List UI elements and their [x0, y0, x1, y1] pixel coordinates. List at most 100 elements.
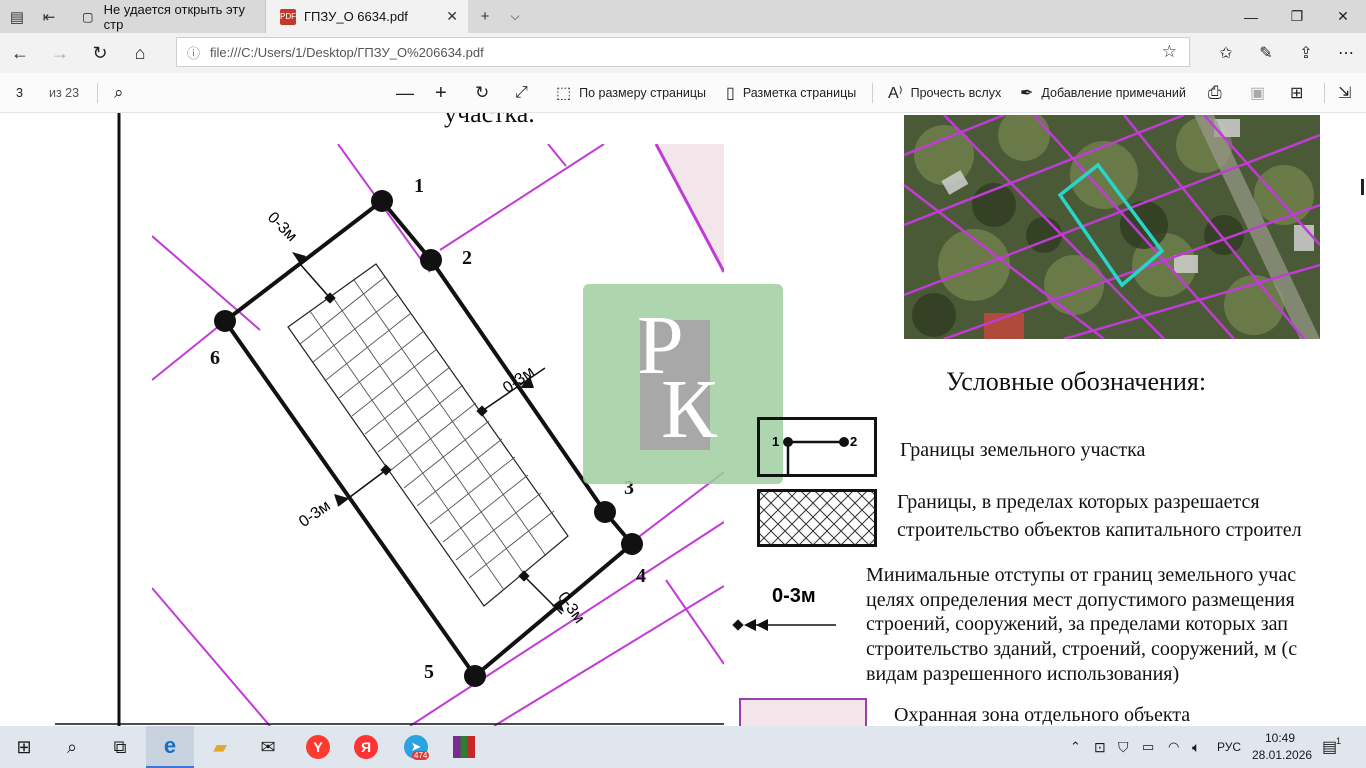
yandex-browser-icon[interactable]: Y — [294, 726, 342, 768]
point-label-1: 1 — [414, 175, 424, 197]
search-icon[interactable]: ⌕ — [114, 73, 124, 113]
zoom-out-icon[interactable]: — — [396, 73, 414, 113]
read-aloud-label: Прочесть вслух — [910, 86, 1002, 100]
page-number-input[interactable]: 3 — [16, 73, 23, 113]
rotate-icon[interactable]: ↻ — [475, 73, 489, 113]
legend-offset-line5: видам разрешенного использования) — [866, 663, 1180, 685]
pdf-document-view[interactable]: участка. 1 2 3 4 5 6 0-3м 0-3м 0-3м 0-3м… — [0, 113, 1366, 726]
edge-icon[interactable]: e — [146, 726, 194, 768]
task-view-icon[interactable]: ⧉ — [96, 726, 144, 768]
home-icon[interactable]: ⌂ — [120, 33, 160, 73]
legend-protection-zone-sample — [739, 698, 867, 726]
watermark-letter-k: К — [661, 363, 718, 456]
point-label-5: 5 — [424, 661, 434, 683]
building-zone-grid — [299, 276, 555, 591]
read-aloud-icon: A⁾ — [888, 85, 903, 102]
page-icon: ▢ — [82, 9, 94, 24]
save-as-icon[interactable]: ⊞ — [1290, 73, 1303, 113]
refresh-icon[interactable]: ↻ — [80, 33, 120, 73]
pdf-toolbar: 3 из 23 ⌕ — + ↻ ⤢ ⬚ По размеру страницы … — [0, 73, 1366, 113]
save-icon[interactable]: ▣ — [1250, 73, 1265, 113]
clock[interactable]: 10:49 28.01.2026 — [1252, 730, 1313, 764]
file-icon: ⓘ — [187, 45, 201, 61]
share-icon[interactable]: ⇪ — [1286, 33, 1326, 73]
print-icon[interactable]: ⎙ — [1208, 73, 1222, 113]
legend-point-1: 1 — [772, 434, 780, 449]
page-layout-icon: ▯ — [726, 85, 735, 102]
legend-building-zone-sample — [757, 489, 877, 547]
address-text: file:///C:/Users/1/Desktop/ГПЗУ_О%206634… — [210, 44, 484, 60]
fit-page-label: По размеру страницы — [579, 86, 707, 100]
fit-page-icon: ⬚ — [556, 85, 572, 102]
satellite-inset-map — [904, 115, 1320, 339]
address-bar[interactable]: ⓘ file:///C:/Users/1/Desktop/ГПЗУ_О%2066… — [176, 37, 1190, 67]
point-label-2: 2 — [462, 247, 472, 269]
tab-error-page[interactable]: ▢ Не удается открыть эту стр — [66, 0, 266, 33]
favorite-star-icon[interactable]: ☆ — [1162, 42, 1177, 62]
set-aside-tabs-icon[interactable]: ⇤ — [32, 0, 66, 33]
tray-app-icon-1[interactable]: ⊡ — [1094, 726, 1106, 768]
tab-preview-chevron-icon[interactable]: ⌵ — [498, 0, 532, 33]
legend-offset-line3: строений, сооружений, за пределами котор… — [866, 613, 1288, 635]
volume-icon[interactable]: 🔈︎ — [1192, 726, 1200, 768]
page-layout-label: Разметка страницы — [742, 86, 857, 100]
legend-offset-line2: целях определения мест допустимого разме… — [866, 589, 1295, 611]
yandex-icon[interactable]: Я — [342, 726, 390, 768]
mail-icon[interactable]: ✉ — [244, 726, 292, 768]
add-notes-button[interactable]: ✒ Добавление примечаний — [1020, 73, 1186, 113]
tab-title: Не удается открыть эту стр — [103, 1, 245, 32]
favorites-icon[interactable]: ✩ — [1206, 33, 1246, 73]
language-indicator[interactable]: РУС — [1217, 726, 1241, 768]
pin-toolbar-icon[interactable]: ⇲ — [1338, 73, 1351, 113]
legend-offset-line4: строительство зданий, строений, сооружен… — [866, 638, 1298, 660]
pdf-icon: PDF — [280, 8, 296, 25]
taskbar: ⊞ ⌕ ⧉ e ▰ ✉ Y Я ➤ 474 ⌃ ⊡ ⛉ ▭ ◠ 🔈︎ РУС 1… — [0, 726, 1366, 768]
legend-offset-sample-marker — [732, 619, 836, 631]
divider — [872, 83, 873, 103]
divider — [1324, 83, 1325, 103]
offset-marker-dots — [292, 252, 564, 612]
legend-point-2: 2 — [850, 434, 858, 449]
web-note-icon[interactable]: ✎ — [1246, 33, 1286, 73]
telegram-icon[interactable]: ➤ 474 — [392, 726, 440, 768]
winrar-icon[interactable] — [440, 726, 488, 768]
legend-boundary-sample: 1 2 — [757, 417, 877, 477]
notifications-icon[interactable]: ▤ — [1322, 726, 1337, 768]
back-icon[interactable]: ← — [0, 33, 40, 73]
battery-icon[interactable]: ▭ — [1142, 726, 1154, 768]
close-tab-icon[interactable]: ✕ — [446, 8, 458, 25]
watermark-logo: Р К — [583, 284, 783, 484]
legend-boundary-text: Границы земельного участка — [900, 439, 1146, 461]
legend-offset-line1: Минимальные отступы от границ земельного… — [866, 564, 1297, 586]
fullscreen-icon[interactable]: ⤢ — [515, 73, 528, 113]
tab-actions-icon[interactable]: ▤ — [0, 0, 34, 33]
close-window-icon[interactable]: ✕ — [1320, 0, 1366, 33]
tab-title: ГПЗУ_О 6634.pdf — [304, 9, 408, 24]
scrollbar-thumb[interactable] — [1361, 179, 1364, 195]
search-icon[interactable]: ⌕ — [48, 726, 96, 768]
fit-page-button[interactable]: ⬚ По размеру страницы — [556, 73, 706, 113]
clock-time: 10:49 — [1264, 731, 1296, 745]
wifi-icon[interactable]: ◠ — [1168, 726, 1179, 768]
file-explorer-icon[interactable]: ▰ — [196, 726, 244, 768]
tray-expand-icon[interactable]: ⌃ — [1070, 726, 1081, 768]
legend-offset-sample-label: 0-3м — [772, 585, 816, 607]
restore-icon[interactable]: ❐ — [1274, 0, 1320, 33]
notifications-count: 1 — [1336, 736, 1342, 746]
start-windows-icon[interactable]: ⊞ — [0, 726, 48, 768]
legend-title: Условные обозначения: — [946, 367, 1207, 396]
tab-bar: ▤ ⇤ ▢ Не удается открыть эту стр PDF ГПЗ… — [0, 0, 1366, 33]
forward-icon[interactable]: → — [40, 33, 80, 73]
more-icon[interactable]: ⋯ — [1326, 33, 1366, 73]
tab-pdf[interactable]: PDF ГПЗУ_О 6634.pdf ✕ — [266, 0, 468, 33]
minimize-icon[interactable]: — — [1228, 0, 1274, 33]
add-notes-label: Добавление примечаний — [1041, 86, 1186, 100]
navigation-bar: ← → ↻ ⌂ ⓘ file:///C:/Users/1/Desktop/ГПЗ… — [0, 33, 1366, 73]
clock-date: 28.01.2026 — [1252, 748, 1313, 762]
page-layout-button[interactable]: ▯ Разметка страницы — [726, 73, 856, 113]
read-aloud-button[interactable]: A⁾ Прочесть вслух — [888, 73, 1001, 113]
zoom-in-icon[interactable]: + — [435, 73, 447, 113]
divider — [97, 83, 98, 103]
security-shield-icon[interactable]: ⛉ — [1118, 726, 1129, 768]
new-tab-icon[interactable]: + — [468, 0, 502, 33]
